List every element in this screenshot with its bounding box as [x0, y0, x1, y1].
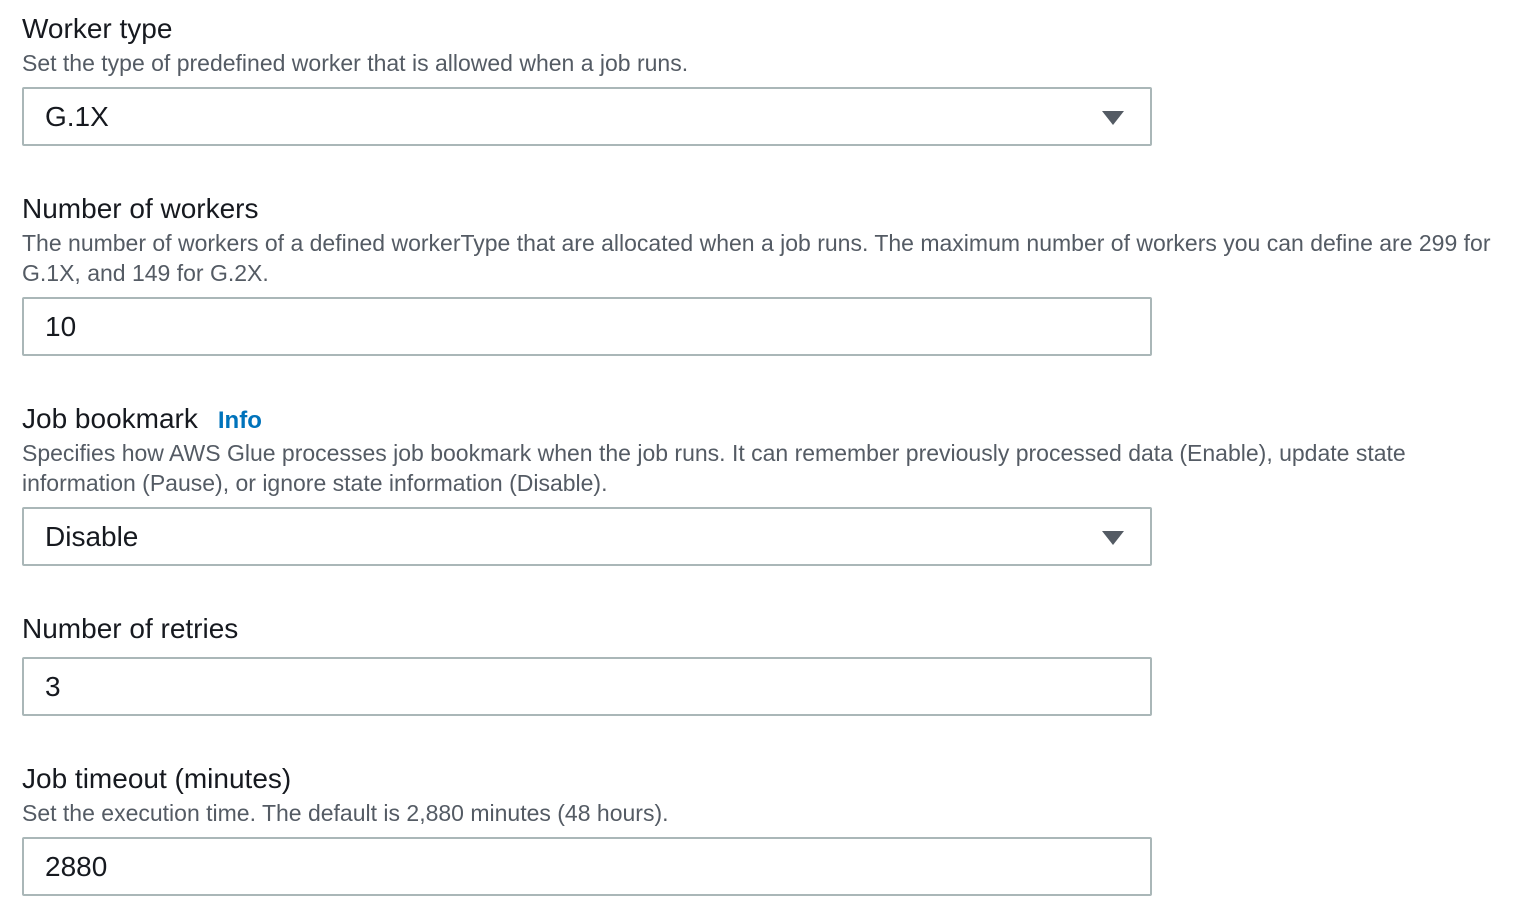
number-of-workers-label-row: Number of workers	[22, 190, 1512, 228]
number-of-retries-label: Number of retries	[22, 613, 239, 644]
number-of-retries-label-row: Number of retries	[22, 610, 1512, 648]
job-timeout-input[interactable]	[24, 839, 1150, 894]
number-of-retries-input[interactable]	[24, 659, 1150, 714]
number-of-workers-description: The number of workers of a defined worke…	[22, 230, 1491, 286]
job-timeout-input-wrapper	[22, 837, 1152, 896]
caret-down-icon	[1102, 111, 1124, 125]
job-bookmark-label: Job bookmark	[22, 403, 198, 434]
worker-type-selected-value: G.1X	[45, 101, 109, 132]
worker-type-label-row: Worker type	[22, 10, 1512, 48]
number-of-workers-label: Number of workers	[22, 193, 259, 224]
number-of-workers-input-wrapper	[22, 297, 1152, 356]
number-of-retries-field: Number of retries	[22, 610, 1512, 716]
job-bookmark-field: Job bookmark Info Specifies how AWS Glue…	[22, 400, 1512, 566]
number-of-workers-field: Number of workers The number of workers …	[22, 190, 1512, 356]
job-bookmark-description: Specifies how AWS Glue processes job boo…	[22, 440, 1406, 496]
job-bookmark-info-link[interactable]: Info	[218, 407, 262, 435]
worker-type-field: Worker type Set the type of predefined w…	[22, 10, 1512, 146]
job-bookmark-label-row: Job bookmark Info	[22, 400, 1512, 438]
number-of-workers-input[interactable]	[24, 299, 1150, 354]
number-of-retries-input-wrapper	[22, 657, 1152, 716]
worker-type-label: Worker type	[22, 13, 173, 44]
job-timeout-label: Job timeout (minutes)	[22, 763, 292, 794]
job-timeout-label-row: Job timeout (minutes)	[22, 760, 1512, 798]
job-bookmark-selected-value: Disable	[45, 521, 139, 552]
job-timeout-field: Job timeout (minutes) Set the execution …	[22, 760, 1512, 896]
job-bookmark-select[interactable]: Disable	[22, 507, 1152, 566]
caret-down-icon	[1102, 531, 1124, 545]
worker-type-description: Set the type of predefined worker that i…	[22, 50, 689, 76]
job-timeout-description: Set the execution time. The default is 2…	[22, 800, 669, 826]
worker-type-select[interactable]: G.1X	[22, 87, 1152, 146]
